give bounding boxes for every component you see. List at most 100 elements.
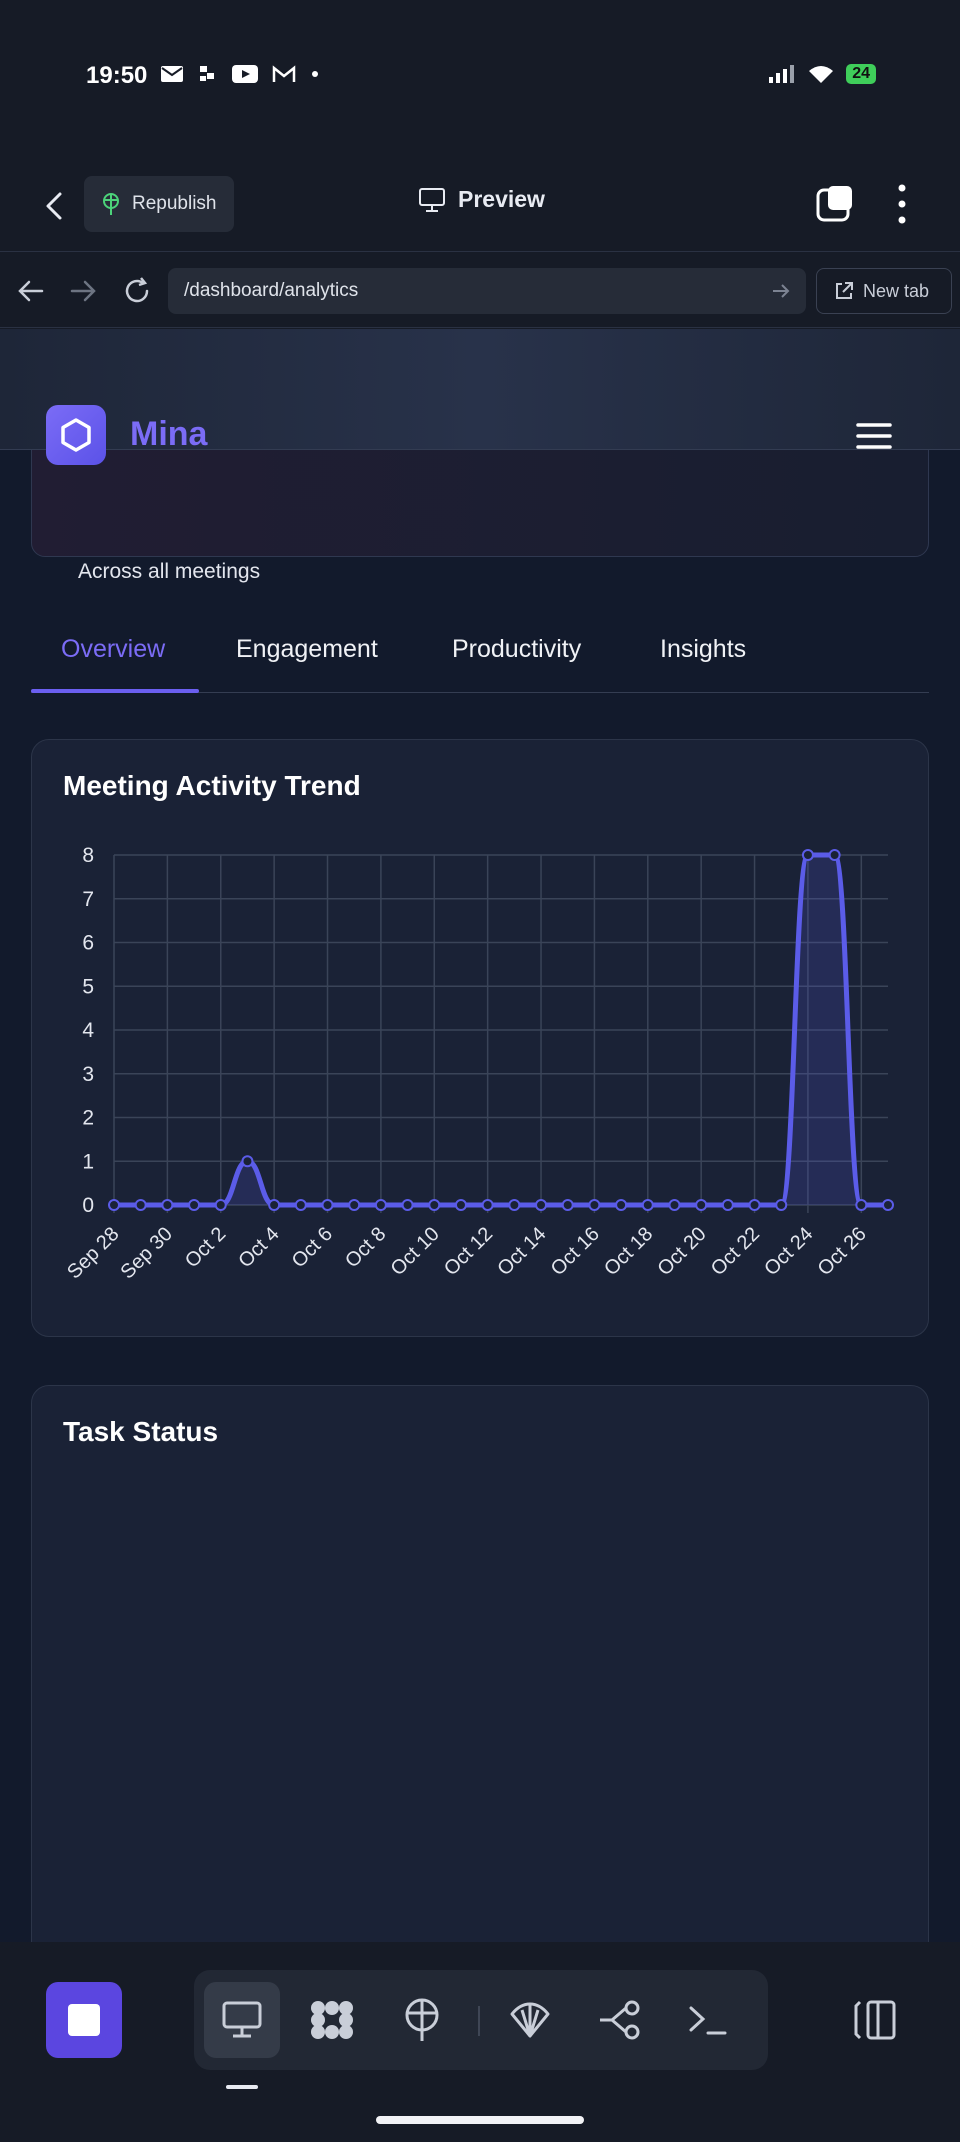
- y-tick-label: 0: [82, 1194, 94, 1217]
- shell-icon: [510, 2002, 550, 2038]
- y-tick-label: 6: [82, 932, 94, 955]
- side-panel-icon[interactable]: [852, 1998, 898, 2042]
- data-point: [615, 1199, 628, 1211]
- data-point: [374, 1199, 387, 1211]
- notification-icons: [160, 64, 320, 84]
- y-tick-label: 7: [82, 888, 94, 911]
- data-point: [721, 1199, 734, 1211]
- republish-icon: [103, 193, 119, 215]
- reload-icon[interactable]: [122, 276, 152, 306]
- tool-console[interactable]: [670, 1982, 746, 2058]
- tool-deploy[interactable]: [384, 1982, 460, 2058]
- data-point: [481, 1199, 494, 1211]
- tool-shell[interactable]: [492, 1982, 568, 2058]
- browser-bar: /dashboard/analytics New tab: [0, 252, 960, 328]
- more-vertical-icon[interactable]: [892, 182, 912, 226]
- data-point: [348, 1199, 361, 1211]
- data-point: [561, 1199, 574, 1211]
- web-page: Mina Across all meetings Overview Engage…: [0, 329, 960, 1942]
- y-tick-label: 4: [82, 1019, 94, 1042]
- data-point: [188, 1199, 201, 1211]
- data-point: [294, 1199, 307, 1211]
- republish-button[interactable]: Republish: [84, 176, 234, 232]
- brand-name: Mina: [130, 415, 208, 453]
- tab-bar: Overview Engagement Productivity Insight…: [31, 607, 929, 693]
- hexagon-icon: [61, 418, 91, 452]
- tabs-switcher-icon[interactable]: [816, 184, 856, 224]
- stop-icon: [68, 2004, 100, 2036]
- data-point: [828, 849, 841, 861]
- data-point: [108, 1199, 120, 1211]
- x-tick-label: Sep 30: [117, 1223, 177, 1283]
- data-point: [321, 1199, 334, 1211]
- wifi-icon: [809, 66, 834, 83]
- logo[interactable]: [46, 405, 106, 465]
- data-point: [855, 1199, 868, 1211]
- new-tab-button[interactable]: New tab: [816, 268, 952, 314]
- task-status-card: Task Status: [31, 1385, 929, 1942]
- y-tick-label: 5: [82, 975, 94, 998]
- activity-chart-card: Meeting Activity Trend 0 1 2 3 4 5 6 7 8 Sep 28 Se…: [31, 739, 929, 1337]
- x-tick-label: Oct 26: [814, 1223, 871, 1280]
- tab-insights[interactable]: Insights: [660, 635, 746, 664]
- data-point: [535, 1199, 548, 1211]
- x-tick-label: Oct 18: [600, 1223, 657, 1280]
- youtube-icon: [232, 65, 258, 83]
- x-tick-label: Oct 20: [653, 1223, 710, 1280]
- activity-line-chart: 012345678Sep 28Sep 30 Oct 2 Oct 4 Oct 6 Oct …: [63, 844, 894, 1283]
- new-tab-label: New tab: [863, 280, 930, 301]
- browser-forward-icon[interactable]: [68, 276, 98, 306]
- url-text: /dashboard/analytics: [184, 280, 359, 301]
- preview-label: Preview: [458, 186, 545, 212]
- mail-icon: [161, 66, 183, 82]
- tool-preview[interactable]: [204, 1982, 280, 2058]
- back-chevron-icon[interactable]: [40, 186, 70, 226]
- data-point: [508, 1199, 521, 1211]
- selected-tool-indicator: [226, 2085, 258, 2089]
- data-point: [668, 1199, 681, 1211]
- agents-icon: [311, 2001, 353, 2039]
- data-point: [882, 1199, 894, 1211]
- external-link-icon: [836, 282, 853, 299]
- system-icons: 24: [768, 64, 876, 84]
- x-tick-label: Oct 22: [707, 1223, 764, 1280]
- tab-productivity[interactable]: Productivity: [452, 635, 581, 664]
- data-point: [641, 1199, 654, 1211]
- go-arrow-icon[interactable]: [770, 280, 792, 302]
- data-point: [161, 1199, 174, 1211]
- data-point: [401, 1199, 414, 1211]
- data-point: [241, 1155, 254, 1168]
- stop-button[interactable]: [46, 1982, 122, 2058]
- url-bar[interactable]: /dashboard/analytics: [168, 268, 806, 314]
- tab-engagement[interactable]: Engagement: [236, 635, 378, 664]
- republish-label: Republish: [132, 193, 217, 214]
- git-branch-icon: [600, 2000, 640, 2040]
- x-tick-label: Oct 2: [181, 1223, 230, 1272]
- tool-agents[interactable]: [294, 1982, 370, 2058]
- data-point: [775, 1199, 788, 1211]
- tool-divider: [478, 2006, 480, 2036]
- x-tick-label: Oct 14: [493, 1223, 550, 1280]
- bottom-toolbar: [0, 1942, 960, 2142]
- preview-toggle[interactable]: Preview: [418, 186, 545, 213]
- gmail-icon: [272, 65, 296, 82]
- tool-switcher: [194, 1970, 768, 2070]
- x-tick-label: Oct 6: [288, 1223, 337, 1272]
- y-tick-label: 3: [82, 1063, 94, 1086]
- data-point: [428, 1199, 441, 1211]
- data-point: [214, 1199, 227, 1211]
- home-indicator[interactable]: [376, 2116, 584, 2124]
- browser-back-icon[interactable]: [16, 276, 46, 306]
- data-point: [454, 1199, 467, 1211]
- x-tick-label: Oct 8: [341, 1223, 390, 1272]
- x-tick-label: Oct 24: [760, 1223, 817, 1280]
- terminal-icon: [689, 2006, 727, 2035]
- tool-git[interactable]: [582, 1982, 658, 2058]
- x-tick-label: Oct 16: [547, 1223, 604, 1280]
- battery-icon: 24: [846, 64, 876, 84]
- hamburger-menu-icon[interactable]: [856, 421, 892, 451]
- status-time: 19:50: [86, 62, 148, 89]
- deploy-icon: [405, 1998, 439, 2041]
- tab-overview[interactable]: Overview: [61, 635, 165, 664]
- active-tab-indicator: [31, 689, 199, 693]
